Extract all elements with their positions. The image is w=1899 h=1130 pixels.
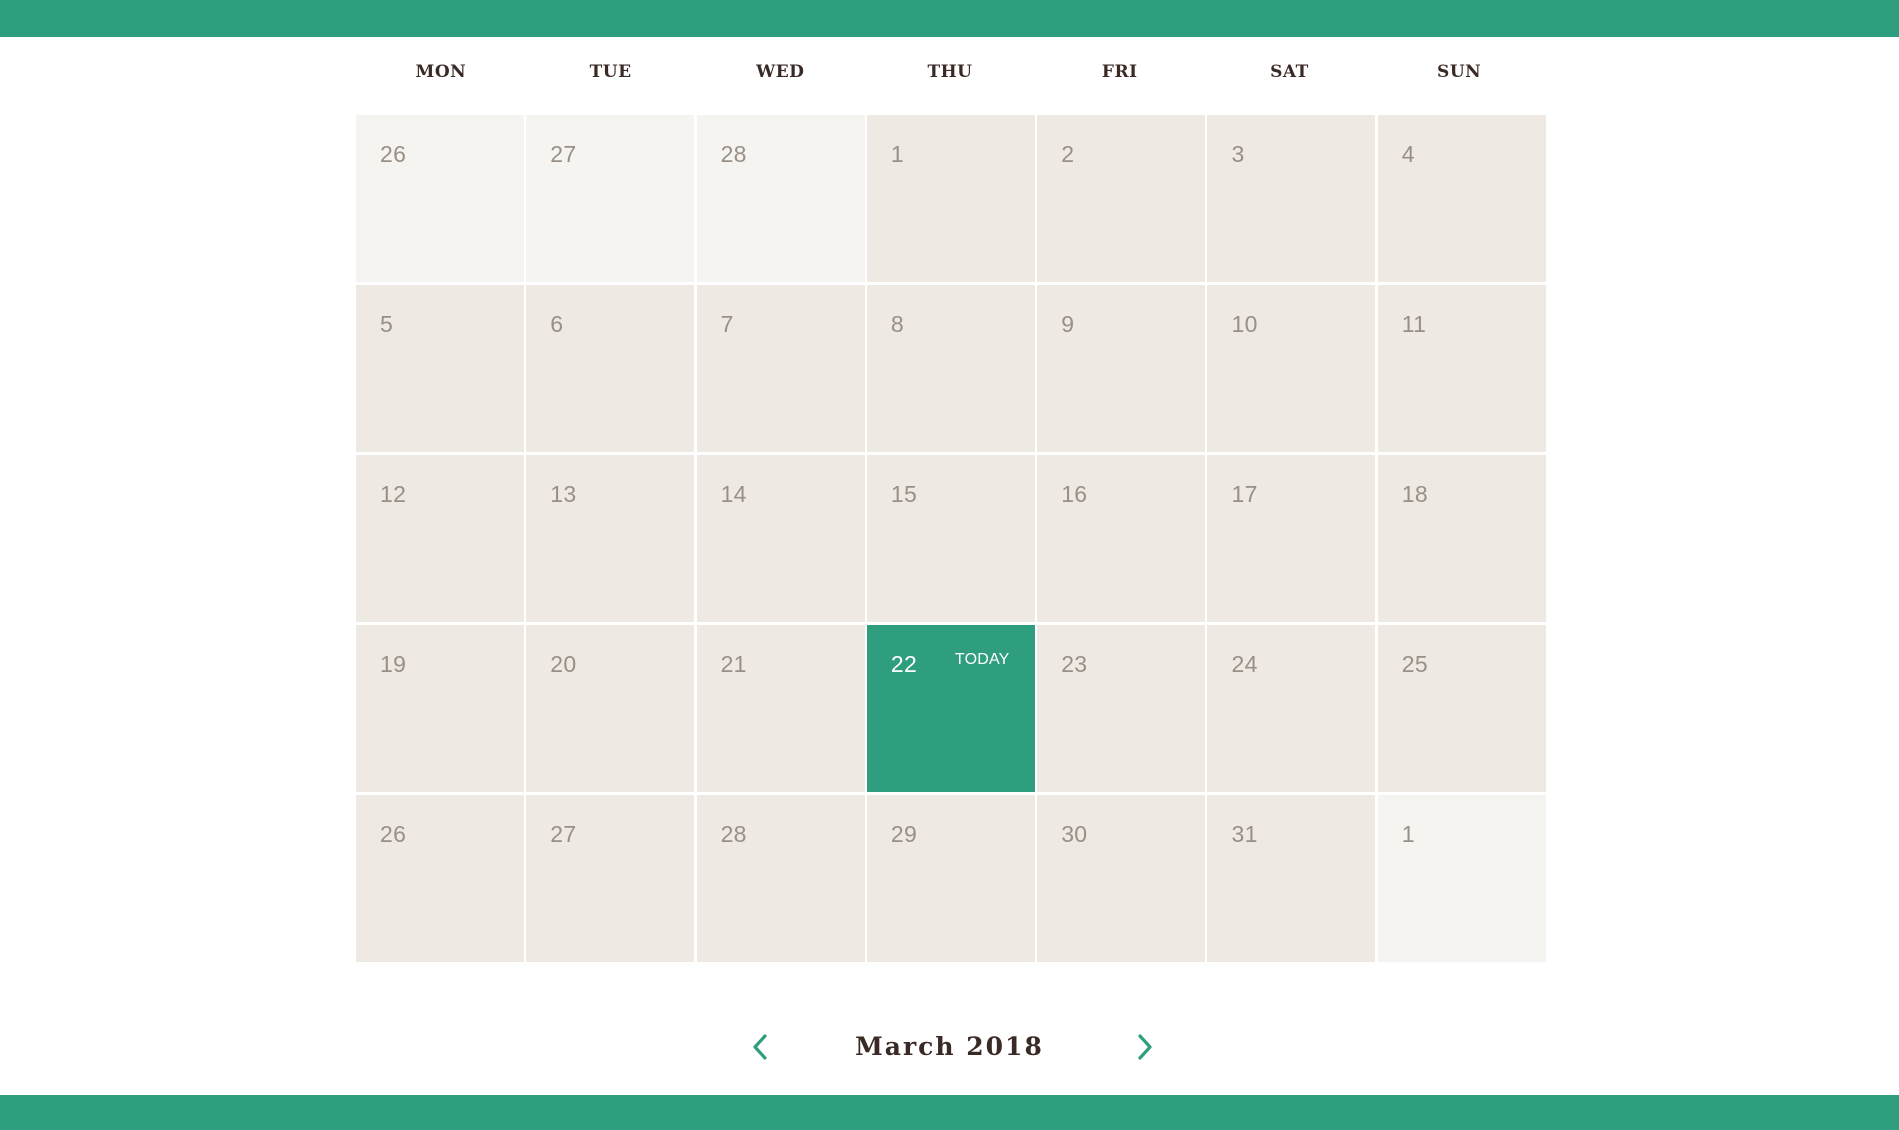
weekday-sun: SUN	[1437, 62, 1482, 82]
bottom-accent-bar	[0, 1095, 1899, 1130]
day-cell[interactable]: 20	[526, 625, 695, 792]
day-number: 19	[380, 651, 407, 677]
day-cell[interactable]: 25	[1377, 625, 1546, 792]
day-cell[interactable]: 2	[1037, 115, 1206, 282]
day-cell[interactable]: 24	[1207, 625, 1376, 792]
day-number: 4	[1401, 141, 1415, 167]
day-cell[interactable]: 26	[356, 115, 524, 282]
day-cell[interactable]: 28	[696, 115, 865, 282]
day-cell[interactable]: 11	[1377, 285, 1546, 452]
day-number: 24	[1231, 651, 1258, 677]
day-cell[interactable]: 31	[1207, 795, 1376, 962]
day-number: 10	[1231, 311, 1258, 337]
month-navigation: March 2018	[0, 1022, 1899, 1078]
day-cell[interactable]: 9	[1037, 285, 1206, 452]
calendar-page: MON TUE WED THU FRI SAT SUN 26 27 28 1 2 3 4 5 6 7 8 9 10 1…	[0, 0, 1899, 1130]
calendar-grid: 26 27 28 1 2 3 4 5 6 7 8 9 10 11 12 13 14 15 16 17 18 19 20 21 2…	[356, 115, 1546, 963]
day-number: 9	[1061, 311, 1075, 337]
day-number: 3	[1231, 141, 1245, 167]
day-number: 2	[1061, 141, 1075, 167]
day-number: 14	[720, 481, 747, 507]
weekday-thu: THU	[927, 62, 973, 82]
day-number: 17	[1231, 481, 1258, 507]
day-number: 27	[550, 821, 577, 847]
day-number: 8	[890, 311, 904, 337]
day-number: 20	[550, 651, 577, 677]
day-number: 11	[1401, 311, 1427, 337]
day-number: 15	[890, 481, 918, 507]
day-number: 1	[890, 141, 904, 167]
day-number: 22	[890, 651, 918, 677]
day-cell[interactable]: 27	[526, 115, 695, 282]
day-number: 29	[890, 821, 918, 847]
day-number: 6	[550, 311, 564, 337]
day-number: 26	[380, 821, 407, 847]
day-number: 21	[720, 651, 747, 677]
day-number: 1	[1401, 821, 1415, 847]
day-cell[interactable]: 27	[526, 795, 695, 962]
day-cell[interactable]: 29	[866, 795, 1035, 962]
day-cell[interactable]: 28	[696, 795, 865, 962]
day-cell[interactable]: 17	[1207, 455, 1376, 622]
day-number: 5	[380, 311, 394, 337]
day-cell[interactable]: 12	[356, 455, 524, 622]
day-number: 18	[1401, 481, 1428, 507]
day-number: 25	[1401, 651, 1428, 677]
day-cell[interactable]: 1	[1377, 795, 1546, 962]
day-cell[interactable]: 26	[356, 795, 524, 962]
day-cell[interactable]: 18	[1377, 455, 1546, 622]
day-number: 12	[380, 481, 407, 507]
day-number: 7	[720, 311, 734, 337]
day-cell[interactable]: 15	[866, 455, 1035, 622]
day-cell[interactable]: 21	[696, 625, 865, 792]
day-cell[interactable]: 13	[526, 455, 695, 622]
day-cell-today[interactable]: 22 TODAY	[866, 625, 1035, 792]
day-number: 13	[550, 481, 577, 507]
day-cell[interactable]: 8	[866, 285, 1035, 452]
day-cell[interactable]: 19	[356, 625, 524, 792]
day-number: 30	[1061, 821, 1088, 847]
day-cell[interactable]: 30	[1037, 795, 1206, 962]
day-number: 31	[1231, 821, 1258, 847]
day-cell[interactable]: 10	[1207, 285, 1376, 452]
chevron-right-icon	[1138, 1034, 1152, 1060]
day-number: 26	[380, 141, 407, 167]
today-badge: TODAY	[954, 651, 1010, 668]
day-cell[interactable]: 4	[1377, 115, 1546, 282]
day-number: 23	[1061, 651, 1088, 677]
day-number: 28	[720, 141, 747, 167]
day-cell[interactable]: 14	[696, 455, 865, 622]
weekday-mon: MON	[415, 62, 467, 82]
month-year-label: March 2018	[855, 1032, 1044, 1061]
weekday-wed: WED	[756, 62, 805, 82]
weekday-fri: FRI	[1101, 62, 1138, 82]
day-cell[interactable]: 7	[696, 285, 865, 452]
day-number: 28	[720, 821, 747, 847]
day-number: 16	[1061, 481, 1088, 507]
day-cell[interactable]: 23	[1037, 625, 1206, 792]
day-cell[interactable]: 3	[1207, 115, 1376, 282]
day-cell[interactable]: 5	[356, 285, 524, 452]
day-cell[interactable]: 1	[866, 115, 1035, 282]
day-cell[interactable]: 16	[1037, 455, 1206, 622]
weekday-header: MON TUE WED THU FRI SAT SUN	[356, 62, 1544, 82]
day-cell[interactable]: 6	[526, 285, 695, 452]
weekday-tue: TUE	[589, 62, 632, 82]
next-month-button[interactable]	[1130, 1030, 1160, 1064]
top-accent-bar	[0, 0, 1899, 37]
weekday-sat: SAT	[1270, 62, 1309, 82]
day-number: 27	[550, 141, 577, 167]
